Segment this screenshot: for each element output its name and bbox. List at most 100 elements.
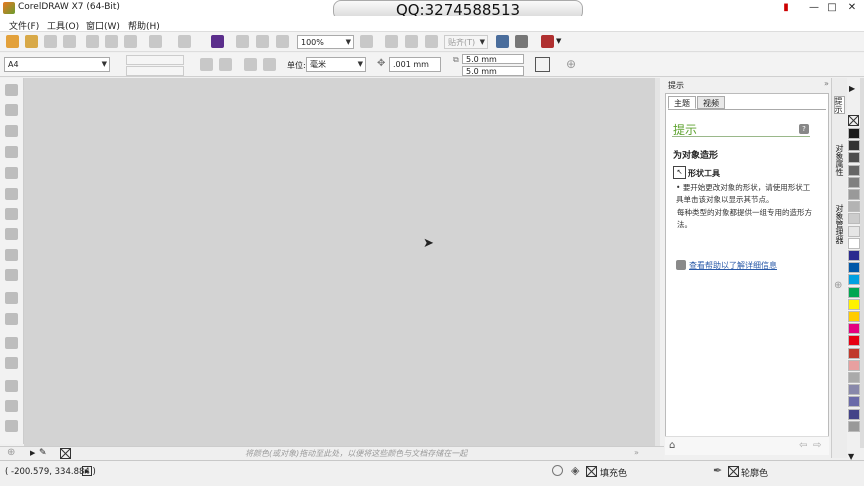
back-arrow-icon[interactable]: ⇦ [799,440,807,451]
palette-scrollbar[interactable] [860,78,864,448]
duplicate-y-field[interactable]: 5.0 mm [462,66,524,76]
palette-swatch[interactable] [848,372,860,383]
smart-fill-tool-icon[interactable] [5,420,18,432]
no-color-swatch[interactable] [60,448,71,459]
tab-topics[interactable]: 主题 [668,96,696,109]
show-rulers-icon[interactable] [385,35,398,48]
help-icon[interactable]: ? [799,124,809,134]
page-height-field[interactable] [126,66,184,76]
welcome-screen-icon[interactable] [496,35,509,48]
palette-swatch[interactable] [848,164,860,176]
palette-swatch[interactable] [848,225,860,237]
palette-swatch[interactable] [848,237,860,249]
minimize-button[interactable]: — [807,1,821,15]
palette-swatch[interactable] [848,396,860,408]
copy-icon[interactable] [105,35,118,48]
page-size-select[interactable]: A4 ▼ [4,57,110,72]
save-icon[interactable] [44,35,57,48]
palette-swatch[interactable] [848,347,860,359]
drop-shadow-tool-icon[interactable] [5,337,18,349]
add-color-icon[interactable]: ⊕ [7,447,15,458]
open-icon[interactable] [25,35,38,48]
palette-swatch[interactable] [848,262,860,274]
palette-swatch[interactable] [848,311,860,322]
color-proof-icon[interactable] [552,465,563,476]
application-launcher-icon[interactable] [541,35,554,48]
launcher-chevron-down-icon[interactable]: ▼ [556,37,561,45]
home-icon[interactable]: ⌂ [669,440,675,451]
palette-swatch[interactable] [848,189,860,200]
palette-swatch[interactable] [848,176,860,188]
options-icon[interactable] [515,35,528,48]
artistic-media-tool-icon[interactable] [5,188,18,200]
user-icon[interactable]: ▮ [779,1,793,15]
menu-file[interactable]: 文件(F) [9,19,39,32]
palette-swatch[interactable] [848,274,860,286]
snap-to-select[interactable]: 贴齐(T) ▼ [444,35,488,49]
eyedropper-tool-icon[interactable] [5,380,18,392]
palette-swatch[interactable] [848,408,860,420]
text-tool-icon[interactable] [5,269,18,281]
connector-tool-icon[interactable] [5,313,18,325]
menu-help[interactable]: 帮助(H) [128,19,160,32]
pick-tool-icon[interactable] [5,84,18,96]
palette-swatch[interactable] [848,201,860,213]
units-select[interactable]: 毫米 ▼ [306,57,366,72]
close-button[interactable]: ✕ [845,1,859,15]
maximize-button[interactable]: □ [825,1,839,15]
palette-swatch[interactable] [848,298,860,310]
forward-arrow-icon[interactable]: ⇨ [813,440,821,451]
palette-swatch[interactable] [848,152,860,164]
rectangle-tool-icon[interactable] [5,208,18,220]
paste-icon[interactable] [124,35,137,48]
palette-swatch[interactable] [848,335,860,347]
ellipse-tool-icon[interactable] [5,228,18,240]
palette-swatch[interactable] [848,420,860,432]
transparency-tool-icon[interactable] [5,357,18,369]
search-content-icon[interactable] [211,35,224,48]
add-docker-icon[interactable]: ⊕ [834,280,842,291]
menu-window[interactable]: 窗口(W) [86,19,120,32]
palette-swatch[interactable] [848,250,860,261]
show-grid-icon[interactable] [405,35,418,48]
palette-scroll-right-icon[interactable]: » [634,448,639,457]
palette-swatch[interactable] [848,359,860,371]
redo-icon[interactable] [178,35,191,48]
import-icon[interactable] [236,35,249,48]
vtab-object-properties[interactable]: 对象属性 [834,144,845,176]
add-preset-icon[interactable]: ⊕ [566,57,576,71]
page-width-field[interactable] [126,55,184,65]
palette-menu-arrow-icon[interactable]: ▶ [30,449,35,457]
landscape-icon[interactable] [219,58,232,71]
all-pages-icon[interactable] [244,58,257,71]
palette-swatch[interactable] [848,323,860,335]
vtab-object-manager[interactable]: 对象管理器 [834,204,845,244]
palette-swatch[interactable] [848,384,860,396]
show-guides-icon[interactable] [425,35,438,48]
zoom-level-select[interactable]: 100% ▼ [297,35,354,49]
status-menu-arrow-icon[interactable]: ▶ [82,466,92,476]
palette-swatch[interactable] [848,140,860,152]
drawing-canvas[interactable] [24,78,660,446]
eyedropper-icon[interactable]: ✎ [39,448,47,458]
full-screen-icon[interactable] [360,35,373,48]
treat-as-filled-icon[interactable] [535,57,550,72]
print-icon[interactable] [63,35,76,48]
docker-collapse-icon[interactable]: » [824,79,829,88]
export-icon[interactable] [256,35,269,48]
canvas-vertical-scrollbar[interactable] [655,78,660,446]
parallel-dimension-tool-icon[interactable] [5,292,18,304]
polygon-tool-icon[interactable] [5,249,18,261]
duplicate-x-field[interactable]: 5.0 mm [462,54,524,64]
nudge-distance-field[interactable]: .001 mm [389,57,441,72]
help-details-link[interactable]: 查看帮助以了解详细信息 [689,260,777,271]
menu-tools[interactable]: 工具(O) [47,19,79,32]
current-page-icon[interactable] [263,58,276,71]
interactive-fill-tool-icon[interactable] [5,400,18,412]
palette-swatch[interactable] [848,286,860,298]
publish-pdf-icon[interactable] [276,35,289,48]
freehand-tool-icon[interactable] [5,167,18,179]
undo-icon[interactable] [149,35,162,48]
shape-tool-icon[interactable] [5,104,18,116]
zoom-tool-icon[interactable] [5,146,18,158]
